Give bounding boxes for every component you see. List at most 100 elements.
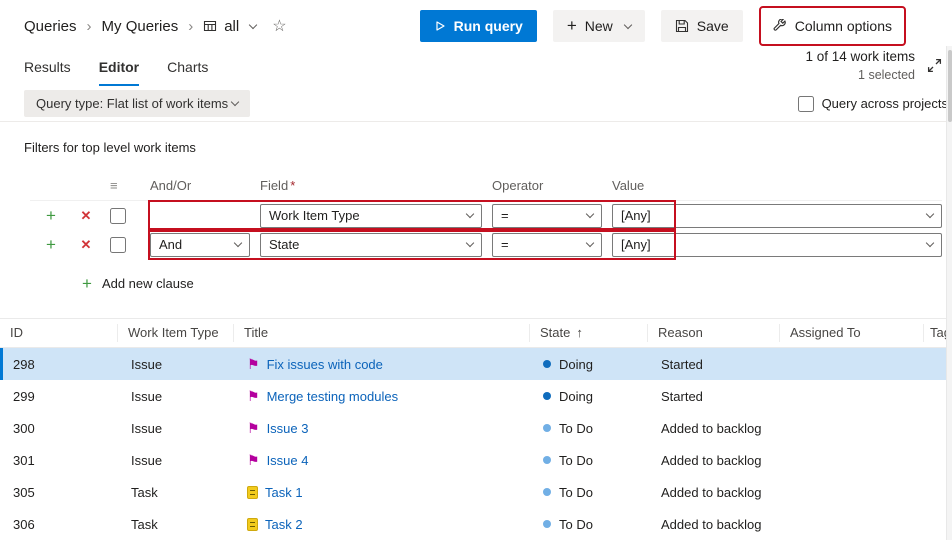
chevron-down-icon [249, 20, 257, 28]
work-item-link[interactable]: Issue 4 [267, 453, 309, 468]
col-id[interactable]: ID [0, 324, 118, 342]
query-type-row: Query type: Flat list of work items Quer… [0, 86, 952, 122]
wrench-icon [773, 19, 787, 33]
remove-clause-icon[interactable]: ✕ [72, 238, 100, 251]
chevron-down-icon [586, 239, 594, 247]
state-dot [543, 456, 551, 464]
col-title[interactable]: Title [234, 324, 530, 342]
top-toolbar: Queries › My Queries › all ☆ Run query +… [0, 0, 952, 52]
grip-icon: ≡ [110, 178, 140, 193]
work-item-count: 1 of 14 work items [805, 48, 915, 67]
breadcrumb: Queries › My Queries › all ☆ [24, 16, 287, 36]
work-item-link[interactable]: Issue 3 [267, 421, 309, 436]
query-name-dropdown[interactable]: all [203, 18, 256, 35]
results-header-row: ID Work Item Type Title State↑ Reason As… [0, 318, 952, 348]
favorite-star-icon[interactable]: ☆ [272, 16, 286, 36]
insert-clause-icon[interactable]: + [40, 236, 62, 253]
state-dot [543, 360, 551, 368]
operator-select[interactable]: = [492, 204, 602, 228]
tabs-row: Results Editor Charts 1 of 14 work items… [0, 52, 952, 86]
query-across-projects: Query across projects [798, 96, 948, 112]
work-item-link[interactable]: Merge testing modules [267, 389, 399, 404]
required-marker: * [290, 178, 295, 193]
work-item-link[interactable]: Task 2 [265, 517, 303, 532]
column-options-button[interactable]: Column options [765, 10, 900, 42]
chevron-down-icon [466, 210, 474, 218]
state-dot [543, 392, 551, 400]
state-dot [543, 520, 551, 528]
chevron-down-icon [926, 210, 934, 218]
clause-checkbox[interactable] [110, 208, 126, 224]
table-row[interactable]: 301 Issue ⚑ Issue 4 To Do Added to backl… [0, 444, 952, 476]
state-dot [543, 424, 551, 432]
chevron-down-icon [466, 239, 474, 247]
table-row[interactable]: 298 Issue ⚑ Fix issues with code Doing S… [0, 348, 952, 380]
work-item-link[interactable]: Task 1 [265, 485, 303, 500]
breadcrumb-my-queries[interactable]: My Queries [102, 18, 179, 35]
column-options-highlight: Column options [759, 6, 906, 46]
sort-ascending-icon: ↑ [576, 325, 583, 340]
filters-title: Filters for top level work items [24, 140, 952, 155]
col-assigned-to[interactable]: Assigned To [780, 324, 924, 342]
col-reason[interactable]: Reason [648, 324, 780, 342]
operator-select[interactable]: = [492, 233, 602, 257]
remove-clause-icon[interactable]: ✕ [72, 209, 100, 222]
clause-rows: + ✕ Work Item Type = [Any] + ✕ And [30, 201, 942, 259]
chevron-right-icon: › [87, 18, 92, 35]
col-value: Value [612, 178, 942, 193]
field-select[interactable]: State [260, 233, 482, 257]
table-icon [203, 19, 217, 33]
issue-icon: ⚑ [247, 357, 260, 371]
insert-clause-icon[interactable]: + [40, 207, 62, 224]
vertical-scrollbar[interactable] [946, 46, 952, 540]
table-row[interactable]: 306 Task Task 2 To Do Added to backlog [0, 508, 952, 540]
issue-icon: ⚑ [247, 453, 260, 467]
col-work-item-type[interactable]: Work Item Type [118, 324, 234, 342]
save-button[interactable]: Save [661, 10, 743, 42]
selected-count: 1 selected [805, 67, 915, 85]
results-table: ID Work Item Type Title State↑ Reason As… [0, 318, 952, 540]
scrollbar-thumb[interactable] [948, 50, 952, 122]
task-icon [247, 518, 258, 531]
plus-icon: + [82, 275, 92, 292]
col-state[interactable]: State↑ [530, 324, 648, 342]
clause-checkbox[interactable] [110, 237, 126, 253]
tab-editor[interactable]: Editor [99, 59, 139, 86]
chevron-down-icon [234, 239, 242, 247]
save-icon [675, 19, 689, 33]
query-across-projects-label: Query across projects [822, 96, 948, 111]
table-row[interactable]: 300 Issue ⚑ Issue 3 To Do Added to backl… [0, 412, 952, 444]
state-dot [543, 488, 551, 496]
add-new-clause-button[interactable]: + Add new clause [82, 275, 942, 292]
task-icon [247, 486, 258, 499]
issue-icon: ⚑ [247, 421, 260, 435]
plus-icon: + [567, 17, 577, 34]
table-row[interactable]: 299 Issue ⚑ Merge testing modules Doing … [0, 380, 952, 412]
and-or-select[interactable]: And [150, 233, 250, 257]
toolbar-actions: Run query + New Save Column options [420, 6, 906, 46]
clause-row: + ✕ Work Item Type = [Any] [30, 201, 942, 230]
clause-header-row: ≡ And/Or Field* Operator Value [30, 171, 942, 201]
fullscreen-expand-icon[interactable] [927, 58, 942, 73]
chevron-down-icon [926, 239, 934, 247]
col-field: Field* [260, 178, 482, 193]
play-icon [434, 20, 446, 32]
tab-charts[interactable]: Charts [167, 59, 208, 86]
query-type-dropdown[interactable]: Query type: Flat list of work items [24, 90, 250, 117]
run-query-button[interactable]: Run query [420, 10, 537, 42]
chevron-down-icon [231, 98, 239, 106]
table-row[interactable]: 305 Task Task 1 To Do Added to backlog [0, 476, 952, 508]
value-select[interactable]: [Any] [612, 204, 942, 228]
chevron-down-icon [586, 210, 594, 218]
issue-icon: ⚑ [247, 389, 260, 403]
breadcrumb-queries[interactable]: Queries [24, 18, 77, 35]
query-across-projects-checkbox[interactable] [798, 96, 814, 112]
view-tabs: Results Editor Charts [24, 59, 208, 86]
value-select[interactable]: [Any] [612, 233, 942, 257]
tab-results[interactable]: Results [24, 59, 71, 86]
work-item-link[interactable]: Fix issues with code [267, 357, 383, 372]
field-select[interactable]: Work Item Type [260, 204, 482, 228]
chevron-right-icon: › [188, 18, 193, 35]
new-button[interactable]: + New [553, 10, 645, 42]
clause-row: + ✕ And State = [Any] [30, 230, 942, 259]
